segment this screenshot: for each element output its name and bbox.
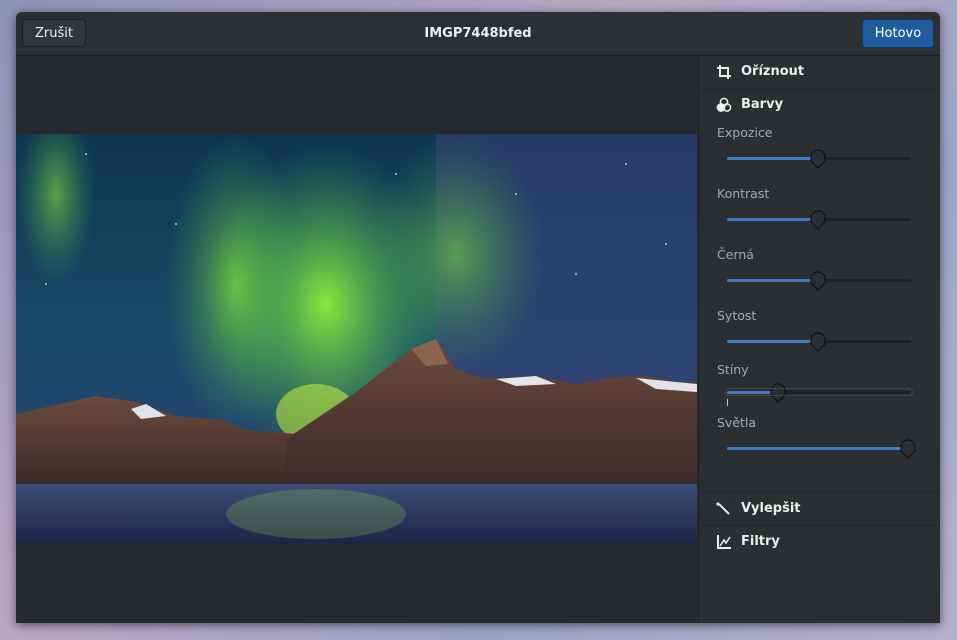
- photo-preview[interactable]: [16, 134, 697, 543]
- section-filters[interactable]: Filtry: [699, 526, 940, 558]
- blacks-label: Černá: [717, 247, 754, 262]
- section-enhance-label: Vylepšit: [741, 501, 801, 516]
- done-button[interactable]: Hotovo: [862, 19, 934, 48]
- highlights-slider[interactable]: [727, 439, 916, 459]
- image-canvas: [16, 56, 697, 623]
- highlights-label: Světla: [717, 415, 757, 430]
- magic-wand-icon: [716, 502, 730, 515]
- filters-icon: [717, 535, 731, 549]
- exposure-slider[interactable]: [727, 149, 911, 169]
- section-crop[interactable]: Oříznout: [699, 56, 940, 88]
- shadows-slider-focus-ring: [725, 388, 913, 396]
- contrast-label: Kontrast: [717, 186, 770, 201]
- saturation-label: Sytost: [717, 308, 757, 323]
- exposure-label: Expozice: [717, 125, 773, 140]
- section-filters-label: Filtry: [741, 534, 780, 549]
- section-enhance[interactable]: Vylepšit: [699, 493, 940, 525]
- shadows-default-mark: [727, 399, 728, 406]
- cancel-button[interactable]: Zrušit: [22, 19, 86, 47]
- section-colors[interactable]: Barvy: [699, 89, 940, 121]
- image-title: IMGP7448bfed: [424, 26, 532, 41]
- exposure-slider-handle[interactable]: [810, 149, 826, 169]
- highlights-slider-handle[interactable]: [900, 439, 916, 459]
- contrast-slider-handle[interactable]: [810, 210, 826, 230]
- crop-icon: [717, 65, 731, 79]
- shadows-label: Stíny: [717, 362, 749, 377]
- contrast-slider[interactable]: [727, 210, 911, 230]
- header-bar: IMGP7448bfed Zrušit Hotovo: [16, 12, 940, 56]
- colors-icon: [716, 97, 732, 112]
- section-crop-label: Oříznout: [741, 64, 805, 79]
- blacks-slider[interactable]: [727, 271, 911, 291]
- section-colors-label: Barvy: [741, 97, 784, 112]
- photo-editor-window: IMGP7448bfed Zrušit Hotovo Oříznout Barv…: [16, 12, 940, 623]
- saturation-slider[interactable]: [727, 332, 911, 352]
- adjustments-sidebar: Oříznout Barvy Expozice Kontrast Černá S…: [698, 56, 940, 623]
- blacks-slider-handle[interactable]: [810, 271, 826, 291]
- saturation-slider-handle[interactable]: [810, 332, 826, 352]
